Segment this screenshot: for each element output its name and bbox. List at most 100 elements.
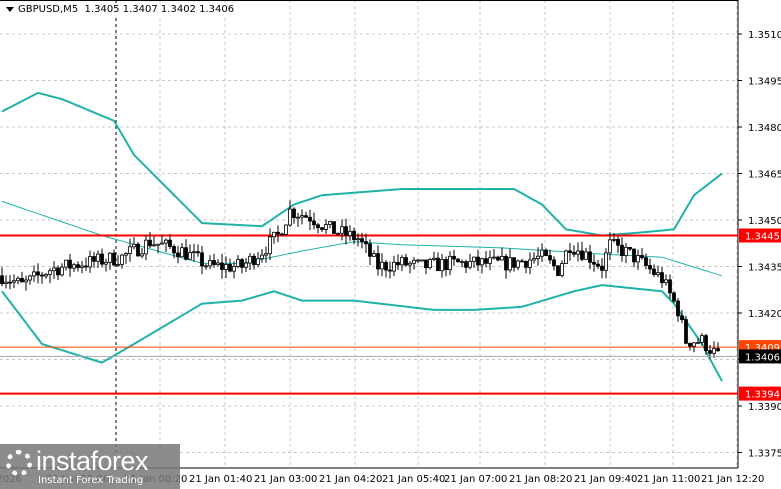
candle [20, 271, 24, 283]
close-price: 1.3406 [199, 4, 235, 15]
instaforex-logo: instaforex Instant Forex Trading [0, 444, 180, 489]
candle [92, 251, 96, 268]
candle [396, 254, 400, 271]
candle-body [612, 238, 616, 241]
candle-body [496, 256, 500, 261]
candle-body [20, 277, 24, 283]
candle-body [132, 243, 136, 248]
candle-body [492, 256, 496, 259]
candle [292, 207, 296, 224]
candle-body [52, 267, 56, 272]
candle [260, 248, 264, 263]
candle [76, 261, 80, 272]
candle [540, 243, 544, 262]
candle-body [236, 259, 240, 267]
candle [508, 248, 512, 273]
candle-body [80, 265, 84, 268]
candle [132, 237, 136, 250]
candle-body [372, 253, 376, 257]
open-price: 1.3405 [84, 4, 120, 15]
candle [128, 238, 132, 262]
candle [440, 253, 444, 278]
candle-body [528, 259, 532, 268]
candle [556, 265, 560, 277]
candle-body [628, 246, 632, 250]
candle [8, 275, 12, 290]
candle-body [544, 249, 548, 257]
candle-body [652, 268, 656, 275]
time-label: 21 Jan 12:20 [701, 474, 764, 485]
price-tick-label: 1.3450 [748, 216, 781, 227]
current-price-label: 1.3406 [745, 352, 780, 363]
candle-body [188, 252, 192, 260]
candle [388, 261, 392, 279]
candle [436, 252, 440, 272]
candle-body [568, 250, 572, 253]
candle-body [400, 257, 404, 266]
candle [40, 271, 44, 284]
candle [328, 220, 332, 229]
candle-body [24, 279, 28, 283]
candle [492, 249, 496, 260]
candle [56, 265, 60, 281]
candle-body [480, 258, 484, 266]
price-tick-label: 1.3375 [748, 449, 781, 460]
bollinger-upper-band [1, 91, 723, 237]
candle [448, 251, 452, 276]
candle-body [564, 250, 568, 264]
candle [500, 247, 504, 261]
candle [400, 255, 404, 272]
candle-body [716, 348, 720, 352]
candle-body [432, 257, 436, 260]
candle-body [536, 255, 540, 259]
candle [684, 315, 688, 345]
candle-body [384, 261, 388, 271]
candle-body [240, 259, 244, 268]
candle-body [48, 270, 52, 275]
candle-body [448, 255, 452, 271]
candle-body [552, 259, 556, 267]
price-tick-label: 1.3510 [748, 30, 781, 41]
candle [52, 261, 56, 279]
candle [300, 209, 304, 225]
candle-body [156, 243, 160, 246]
dropdown-triangle-icon[interactable] [6, 6, 14, 12]
price-tick-label: 1.3390 [748, 402, 781, 413]
candle-body [100, 253, 104, 265]
candle-body [688, 342, 692, 347]
candle-body [512, 257, 516, 268]
chart-title: GBPUSD,M5 1.3405 1.3407 1.3402 1.3406 [4, 4, 237, 15]
candle [108, 252, 112, 270]
candle-body [620, 244, 624, 257]
candle-body [40, 274, 44, 277]
candle-body [396, 261, 400, 266]
candle-body [120, 254, 124, 265]
candle [524, 260, 528, 274]
candle [476, 249, 480, 271]
candle [188, 244, 192, 260]
candle [212, 253, 216, 268]
candle [516, 259, 520, 271]
candle [604, 248, 608, 279]
candle-body [336, 232, 340, 235]
candle [548, 249, 552, 264]
candle [676, 297, 680, 322]
high-price: 1.3407 [122, 4, 158, 15]
candle-body [108, 252, 112, 263]
candle-body [708, 350, 712, 354]
candle-body [644, 257, 648, 266]
candle-body [556, 265, 560, 276]
candle-body [320, 227, 324, 230]
price-chart[interactable]: 1.3510 1.3495 1.3480 1.3465 1.3450 1.3435 1.34… [0, 0, 781, 489]
candle [552, 256, 556, 271]
candle-body [600, 265, 604, 271]
candle-body [460, 261, 464, 264]
candle [592, 254, 596, 272]
candle-body [292, 208, 296, 219]
candle-body [160, 242, 164, 245]
candle-body [712, 348, 716, 354]
candle-body [380, 261, 384, 270]
candle [4, 275, 8, 289]
candle-body [360, 238, 364, 243]
candle [408, 261, 412, 274]
